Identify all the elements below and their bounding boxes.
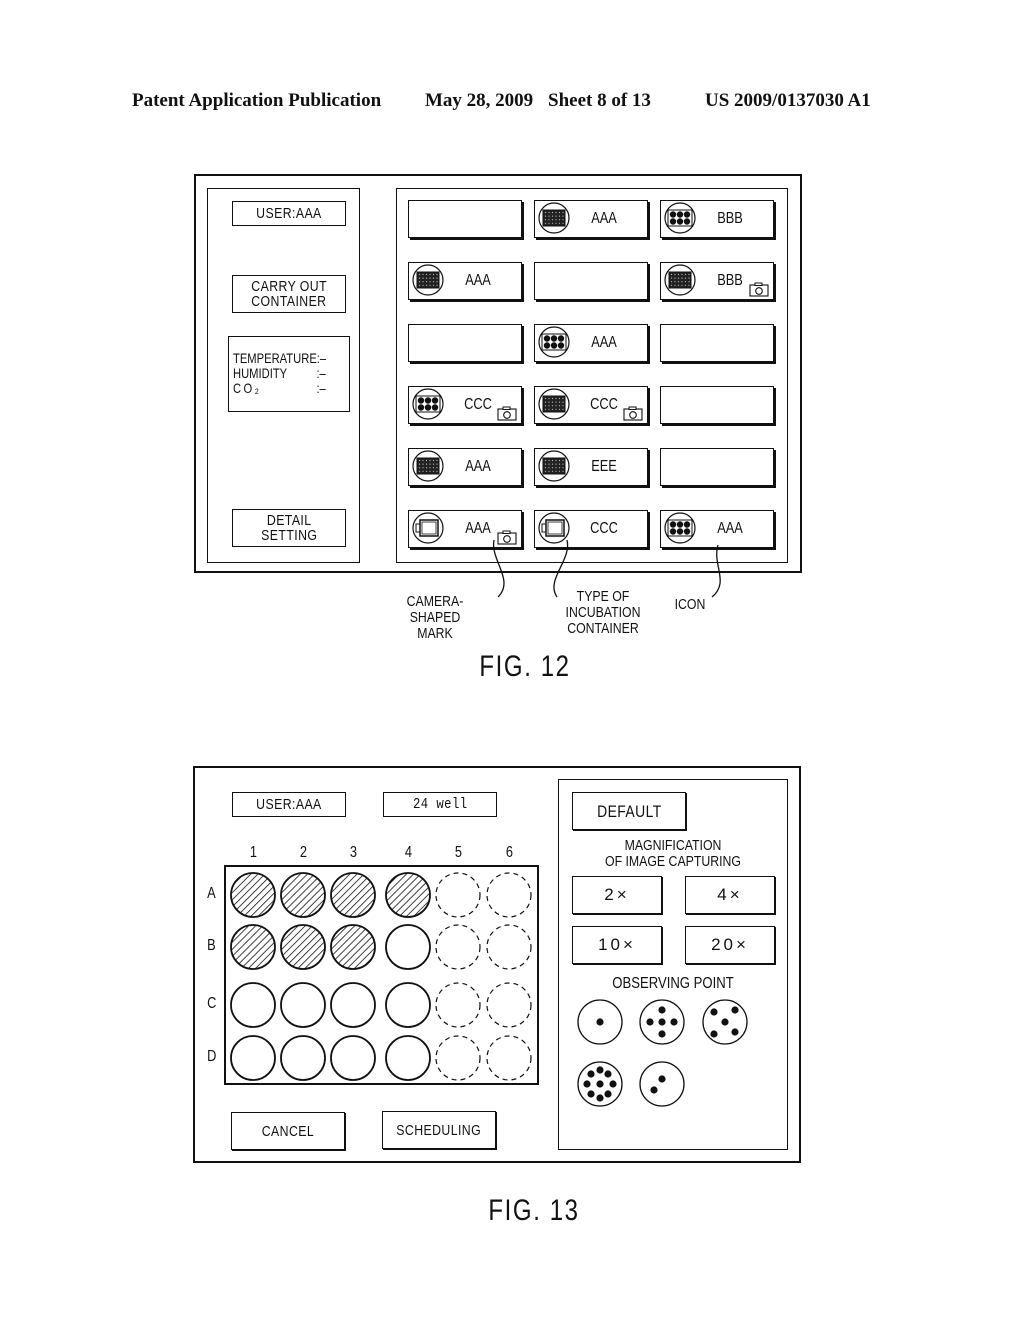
- well-A3[interactable]: [330, 872, 376, 918]
- well-D2[interactable]: [280, 1035, 326, 1081]
- well-C5: [435, 982, 481, 1028]
- observing-point-5-option[interactable]: [637, 997, 687, 1047]
- well-C4[interactable]: [385, 982, 431, 1028]
- column-label: 6: [505, 844, 514, 861]
- scheduling-button[interactable]: SCHEDULING: [382, 1111, 496, 1149]
- observing-point-5-option[interactable]: [700, 997, 750, 1047]
- well-B3[interactable]: [330, 924, 376, 970]
- well-B5: [435, 924, 481, 970]
- well-B2[interactable]: [280, 924, 326, 970]
- column-label: 5: [454, 844, 463, 861]
- well-A4[interactable]: [385, 872, 431, 918]
- row-label: D: [207, 1048, 217, 1065]
- well-plate-graphic: [224, 865, 539, 1085]
- magnification-title: MAGNIFICATION OF IMAGE CAPTURING: [605, 837, 741, 870]
- well-C2[interactable]: [280, 982, 326, 1028]
- well-B1[interactable]: [230, 924, 276, 970]
- well-B6: [486, 924, 532, 970]
- magnification-2x-button[interactable]: 2×: [572, 876, 662, 914]
- well-D6: [486, 1035, 532, 1081]
- well-D1[interactable]: [230, 1035, 276, 1081]
- default-button[interactable]: DEFAULT: [572, 792, 686, 830]
- observing-point-2-option[interactable]: [637, 1059, 687, 1109]
- row-label: C: [207, 995, 217, 1012]
- observing-point-1-option[interactable]: [575, 997, 625, 1047]
- well-A1[interactable]: [230, 872, 276, 918]
- well-D4[interactable]: [385, 1035, 431, 1081]
- cancel-button[interactable]: CANCEL: [231, 1112, 345, 1150]
- magnification-4x-button[interactable]: 4×: [685, 876, 775, 914]
- well-D3[interactable]: [330, 1035, 376, 1081]
- well-C1[interactable]: [230, 982, 276, 1028]
- well-A6: [486, 872, 532, 918]
- well-A2[interactable]: [280, 872, 326, 918]
- column-label: 3: [349, 844, 358, 861]
- column-label: 4: [404, 844, 413, 861]
- well-C3[interactable]: [330, 982, 376, 1028]
- row-label: B: [207, 937, 216, 954]
- observing-point-title: OBSERVING POINT: [612, 975, 734, 992]
- row-label: A: [207, 885, 216, 902]
- well-A5: [435, 872, 481, 918]
- fig13-caption: FIG. 13: [488, 1194, 580, 1227]
- column-label: 1: [249, 844, 258, 861]
- well-B4[interactable]: [385, 924, 431, 970]
- column-label: 2: [299, 844, 308, 861]
- well-D5: [435, 1035, 481, 1081]
- observing-point-9-option[interactable]: [575, 1059, 625, 1109]
- magnification-20x-button[interactable]: 20×: [685, 926, 775, 964]
- magnification-10x-button[interactable]: 10×: [572, 926, 662, 964]
- well-C6: [486, 982, 532, 1028]
